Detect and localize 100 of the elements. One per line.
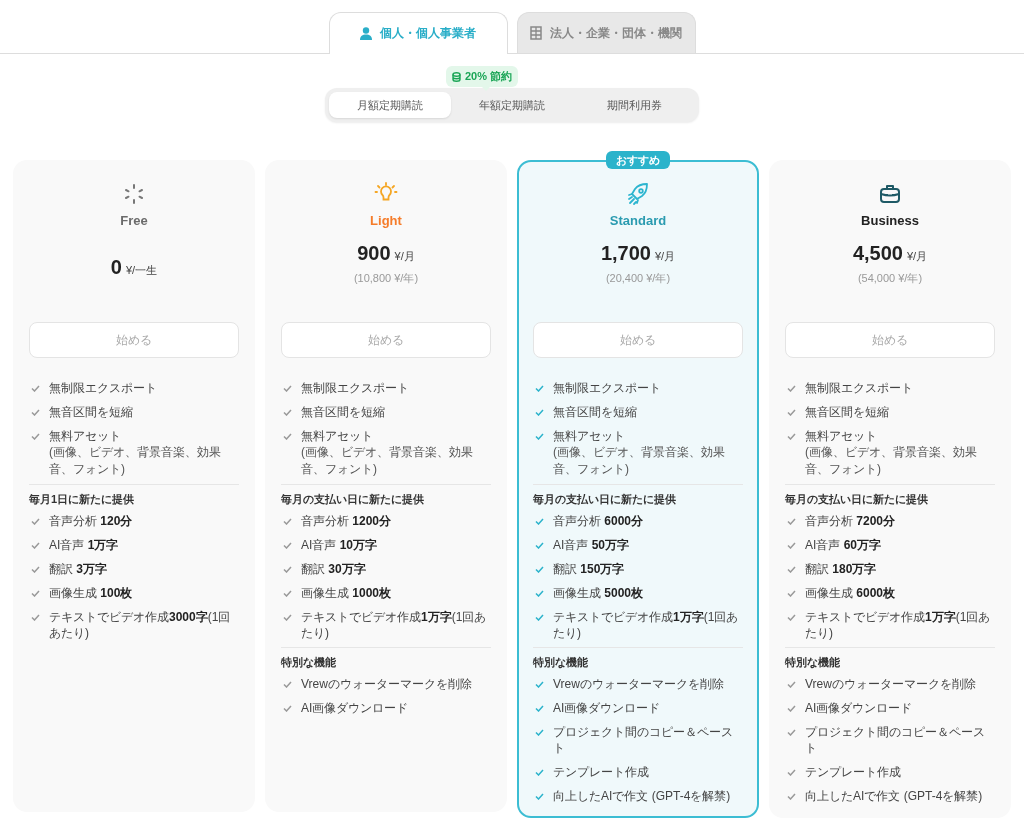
section-heading: 特別な機能 (785, 655, 841, 670)
plan-price: 0 (110, 256, 122, 279)
feature-text: 無音区間を短縮 (553, 404, 637, 420)
check-icon (787, 793, 796, 800)
section-heading: 特別な機能 (281, 655, 337, 670)
feature-text: Vrewのウォーターマークを削除 (553, 676, 724, 692)
feature-text: 無料アセット (805, 428, 878, 444)
start-button[interactable]: 始める (281, 322, 491, 358)
section-heading: 毎月の支払い日に新たに提供 (785, 492, 929, 507)
check-icon (535, 705, 544, 712)
check-icon (535, 729, 544, 736)
feature-text: 向上したAIで作文 (GPT-4を解禁) (553, 788, 731, 804)
feature-text: テキストでビデオ作成1万字(1回あたり) (301, 609, 488, 641)
recommended-badge: おすすめ (606, 151, 670, 169)
feature-text: 翻訳 3万字 (49, 561, 108, 577)
feature-text: AI画像ダウンロード (805, 700, 913, 716)
plan-price: 4,500 (852, 242, 903, 265)
feature-note: (画像、ビデオ、背景音楽、効果音、フォント) (49, 444, 222, 478)
feature-text: AI画像ダウンロード (301, 700, 409, 716)
feature-text: 無制限エクスポート (49, 380, 157, 396)
check-icon (31, 566, 40, 573)
feature-text: 音声分析 7200分 (805, 513, 896, 529)
start-button[interactable]: 始める (785, 322, 995, 358)
check-icon (787, 518, 796, 525)
feature-text: AI画像ダウンロード (553, 700, 661, 716)
plan-name: Business (861, 213, 919, 228)
start-button[interactable]: 始める (533, 322, 743, 358)
price-unit: ¥/月 (394, 249, 415, 264)
check-icon (283, 590, 292, 597)
check-icon (787, 681, 796, 688)
feature-text: 無音区間を短縮 (301, 404, 385, 420)
plan-name: Free (120, 213, 148, 228)
start-button[interactable]: 始める (29, 322, 239, 358)
person-icon (360, 27, 372, 40)
feature-text: 無制限エクスポート (301, 380, 409, 396)
check-icon (283, 542, 292, 549)
check-icon (535, 409, 544, 416)
feature-text: 画像生成 100枚 (49, 585, 133, 601)
check-icon (31, 614, 40, 621)
feature-text: 画像生成 6000枚 (805, 585, 896, 601)
check-icon (31, 542, 40, 549)
billing-option[interactable]: 年額定期購読 (451, 92, 573, 118)
building-icon (530, 26, 542, 40)
check-icon (283, 433, 292, 440)
check-icon (787, 409, 796, 416)
feature-text: 音声分析 120分 (49, 513, 133, 529)
check-icon (787, 705, 796, 712)
price-unit: ¥/一生 (125, 263, 158, 278)
check-icon (283, 614, 292, 621)
feature-text: テキストでビデオ作成1万字(1回あたり) (805, 609, 992, 641)
feature-text: テンプレート作成 (805, 764, 901, 780)
plan-price: 1,700 (600, 242, 651, 265)
account-tab[interactable]: 法人・企業・団体・機関 (516, 12, 696, 53)
feature-text: テンプレート作成 (553, 764, 649, 780)
feature-text: 無音区間を短縮 (805, 404, 889, 420)
feature-text: AI音声 60万字 (805, 537, 882, 553)
check-icon (535, 793, 544, 800)
feature-text: 音声分析 1200分 (301, 513, 392, 529)
check-icon (787, 566, 796, 573)
plan-price: 900 (357, 242, 391, 265)
plan-name: Light (370, 213, 402, 228)
billing-option[interactable]: 月額定期購読 (329, 92, 451, 118)
feature-note: (画像、ビデオ、背景音楽、効果音、フォント) (301, 444, 474, 478)
feature-text: 無料アセット (301, 428, 374, 444)
feature-text: 無料アセット (49, 428, 122, 444)
section-heading: 毎月の支払い日に新たに提供 (281, 492, 425, 507)
feature-text: 画像生成 5000枚 (553, 585, 644, 601)
check-icon (787, 433, 796, 440)
check-icon (787, 385, 796, 392)
feature-text: AI音声 10万字 (301, 537, 378, 553)
check-icon (31, 385, 40, 392)
check-icon (787, 769, 796, 776)
check-icon (283, 705, 292, 712)
feature-text: Vrewのウォーターマークを削除 (301, 676, 472, 692)
feature-note: (画像、ビデオ、背景音楽、効果音、フォント) (805, 444, 978, 478)
feature-text: 向上したAIで作文 (GPT-4を解禁) (805, 788, 983, 804)
check-icon (31, 518, 40, 525)
billing-option[interactable]: 期間利用券 (573, 92, 695, 118)
yearly-price: (20,400 ¥/年) (605, 271, 671, 286)
section-heading: 毎月の支払い日に新たに提供 (533, 492, 677, 507)
coins-icon (451, 71, 461, 82)
feature-text: 翻訳 150万字 (553, 561, 625, 577)
feature-text: AI音声 50万字 (553, 537, 630, 553)
feature-text: 音声分析 6000分 (553, 513, 644, 529)
account-tab[interactable]: 個人・個人事業者 (328, 12, 508, 54)
feature-text: 画像生成 1000枚 (301, 585, 392, 601)
sparkle-icon (123, 183, 145, 205)
check-icon (283, 566, 292, 573)
check-icon (31, 590, 40, 597)
feature-note: (画像、ビデオ、背景音楽、効果音、フォント) (553, 444, 726, 478)
check-icon (535, 590, 544, 597)
check-icon (787, 729, 796, 736)
feature-text: プロジェクト間のコピー＆ペースト (805, 724, 986, 756)
check-icon (535, 542, 544, 549)
check-icon (787, 590, 796, 597)
feature-text: テキストでビデオ作成3000字(1回あたり) (49, 609, 232, 641)
feature-text: 無制限エクスポート (553, 380, 661, 396)
check-icon (283, 409, 292, 416)
check-icon (283, 518, 292, 525)
price-unit: ¥/月 (654, 249, 676, 264)
